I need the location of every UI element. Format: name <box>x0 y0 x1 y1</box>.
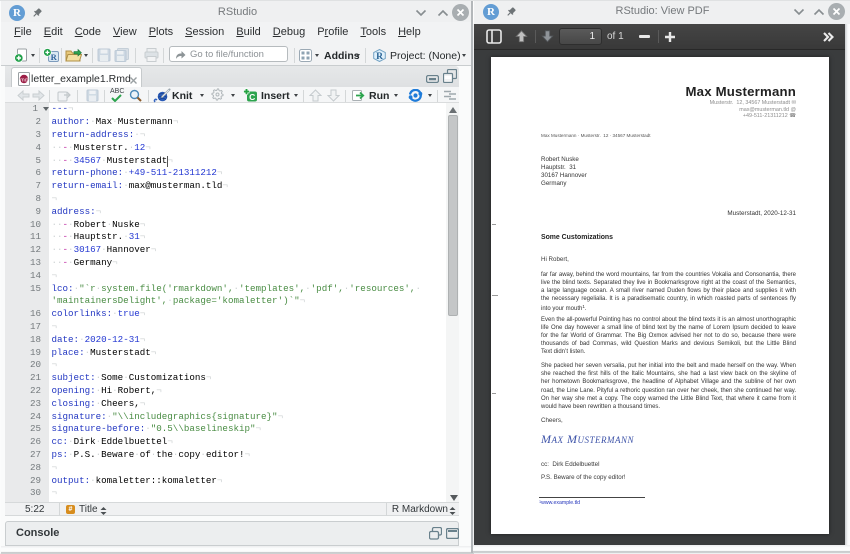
svg-text:R: R <box>51 52 58 62</box>
svg-text:C: C <box>249 92 255 102</box>
svg-text:md: md <box>20 77 28 83</box>
svg-text:R: R <box>376 52 383 62</box>
